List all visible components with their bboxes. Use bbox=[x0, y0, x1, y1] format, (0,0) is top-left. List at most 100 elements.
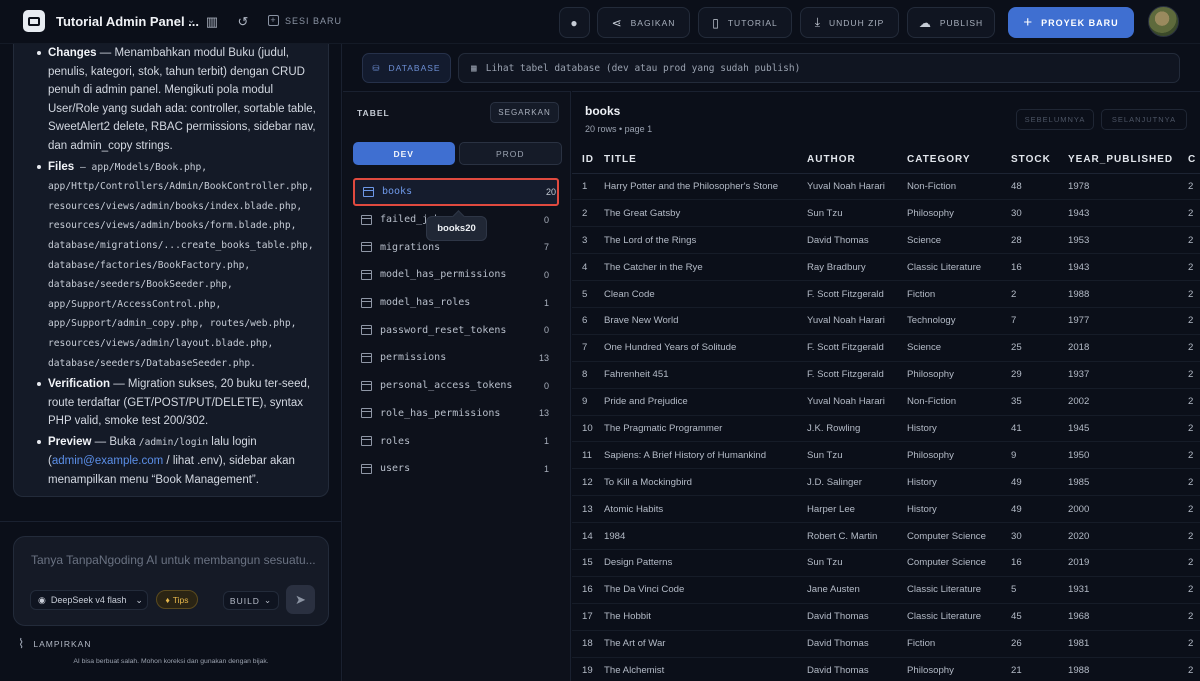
database-info-text: Lihat tabel database (dev atau prod yang… bbox=[485, 62, 801, 74]
table-row[interactable]: 14 1984 Robert C. Martin Computer Science 30… bbox=[572, 522, 1200, 550]
cell-category: Fiction bbox=[907, 280, 1011, 308]
new-session-button[interactable]: + SESI BARU bbox=[268, 15, 342, 26]
table-row[interactable]: 19 The Alchemist David Thomas Philosophy 21 1… bbox=[572, 657, 1200, 681]
cell-stock: 30 bbox=[1011, 522, 1068, 550]
history-icon[interactable]: ↺ bbox=[235, 14, 251, 30]
table-name: model_has_permissions bbox=[380, 269, 507, 281]
table-row[interactable]: 8 Fahrenheit 451 F. Scott Fitzgerald Philos… bbox=[572, 361, 1200, 389]
table-row[interactable]: 16 The Da Vinci Code Jane Austen Classic Li… bbox=[572, 576, 1200, 604]
refresh-button[interactable]: SEGARKAN bbox=[490, 102, 559, 123]
data-panel: books 20 rows • page 1 SEBELUMNYA SELANJ… bbox=[572, 91, 1200, 681]
column-header-year-published[interactable]: YEAR_PUBLISHED bbox=[1068, 146, 1188, 174]
cell-category: History bbox=[907, 415, 1011, 443]
email-link[interactable]: admin@example.com bbox=[52, 455, 163, 467]
table-row[interactable]: 2 The Great Gatsby Sun Tzu Philosophy 30 1943… bbox=[572, 199, 1200, 228]
table-item-model-has-roles[interactable]: model_has_roles 1 bbox=[353, 289, 559, 317]
table-item-role-has-permissions[interactable]: role_has_permissions 13 bbox=[353, 400, 559, 428]
tips-label: Tips bbox=[172, 594, 189, 605]
table-row[interactable]: 12 To Kill a Mockingbird J.D. Salinger Hist… bbox=[572, 468, 1200, 497]
chevron-down-icon[interactable]: ⌄ bbox=[187, 15, 195, 26]
previous-page-button[interactable]: SEBELUMNYA bbox=[1016, 109, 1094, 130]
table-name: roles bbox=[380, 435, 411, 447]
table-row[interactable]: 5 Clean Code F. Scott Fitzgerald Fiction 2 19… bbox=[572, 280, 1200, 308]
download-zip-button[interactable]: ⤓ UNDUH ZIP bbox=[800, 7, 899, 38]
column-header-id[interactable]: ID bbox=[572, 146, 604, 174]
chat-composer[interactable]: Tanya TanpaNgoding AI untuk membangun se… bbox=[13, 536, 329, 626]
table-item-password-reset-tokens[interactable]: password_reset_tokens 0 bbox=[353, 316, 559, 344]
new-project-button[interactable]: + PROYEK BARU bbox=[1008, 7, 1134, 38]
column-header-title[interactable]: TITLE bbox=[604, 146, 807, 174]
table-row[interactable]: 13 Atomic Habits Harper Lee History 49 2000 2 bbox=[572, 495, 1200, 524]
prompt-input[interactable]: Tanya TanpaNgoding AI untuk membangun se… bbox=[31, 553, 316, 567]
cell-stock: 49 bbox=[1011, 495, 1068, 524]
column-header-stock[interactable]: STOCK bbox=[1011, 146, 1068, 174]
row-count: 0 bbox=[543, 325, 549, 336]
cell-truncated: 2 bbox=[1188, 468, 1200, 497]
column-header-category[interactable]: CATEGORY bbox=[907, 146, 1011, 174]
cell-title: The Da Vinci Code bbox=[604, 576, 807, 604]
table-row[interactable]: 15 Design Patterns Sun Tzu Computer Science… bbox=[572, 549, 1200, 577]
table-row[interactable]: 3 The Lord of the Rings David Thomas Scienc… bbox=[572, 226, 1200, 255]
cell-category: Non-Fiction bbox=[907, 173, 1011, 201]
cell-category: History bbox=[907, 495, 1011, 524]
cell-author: Sun Tzu bbox=[807, 441, 907, 470]
share-button[interactable]: ⋖ BAGIKAN bbox=[597, 7, 690, 38]
table-row[interactable]: 17 The Hobbit David Thomas Classic Literatu… bbox=[572, 603, 1200, 631]
next-page-button[interactable]: SELANJUTNYA bbox=[1101, 109, 1187, 130]
cell-year: 1977 bbox=[1068, 307, 1188, 335]
table-icon bbox=[361, 325, 372, 336]
send-button[interactable]: ➤ bbox=[286, 585, 315, 614]
publish-label: PUBLISH bbox=[939, 17, 984, 28]
table-icon bbox=[361, 269, 372, 280]
tab-prod[interactable]: PROD bbox=[458, 142, 562, 165]
attach-button[interactable]: ⌇ LAMPIRKAN bbox=[18, 636, 91, 652]
cell-truncated: 2 bbox=[1188, 388, 1200, 416]
divider bbox=[0, 521, 342, 522]
table-item-users[interactable]: users 1 bbox=[353, 455, 559, 483]
cell-id: 19 bbox=[572, 657, 604, 681]
table-row[interactable]: 9 Pride and Prejudice Yuval Noah Harari Non… bbox=[572, 388, 1200, 416]
cell-year: 1988 bbox=[1068, 280, 1188, 308]
table-item-model-has-permissions[interactable]: model_has_permissions 0 bbox=[353, 261, 559, 289]
share-label: BAGIKAN bbox=[630, 17, 676, 28]
table-header-row: ID TITLE AUTHOR CATEGORY STOCK YEAR_PUBL… bbox=[572, 146, 1200, 174]
model-select[interactable]: ◉ DeepSeek v4 flash ⌄ bbox=[30, 590, 148, 610]
cell-id: 12 bbox=[572, 468, 604, 497]
avatar[interactable] bbox=[1148, 6, 1179, 37]
tab-dev[interactable]: DEV bbox=[353, 142, 455, 165]
column-header-truncated[interactable]: C bbox=[1188, 146, 1200, 174]
cell-truncated: 2 bbox=[1188, 199, 1200, 228]
table-item-books[interactable]: books 20 bbox=[353, 178, 559, 206]
table-row[interactable]: 11 Sapiens: A Brief History of Humankind S… bbox=[572, 441, 1200, 470]
sidebar-toggle-icon[interactable]: ▥ bbox=[204, 14, 220, 30]
column-header-author[interactable]: AUTHOR bbox=[807, 146, 907, 174]
cell-stock: 26 bbox=[1011, 630, 1068, 658]
mode-select[interactable]: BUILD ⌄ bbox=[223, 591, 279, 610]
app-logo-icon[interactable] bbox=[23, 10, 45, 32]
table-item-permissions[interactable]: permissions 13 bbox=[353, 344, 559, 372]
table-row[interactable]: 4 The Catcher in the Rye Ray Bradbury Class… bbox=[572, 253, 1200, 282]
tutorial-button[interactable]: ▯ TUTORIAL bbox=[698, 7, 792, 38]
table-row[interactable]: 18 The Art of War David Thomas Fiction 26 198… bbox=[572, 630, 1200, 658]
table-item-roles[interactable]: roles 1 bbox=[353, 427, 559, 455]
cell-category: Classic Literature bbox=[907, 603, 1011, 631]
cell-truncated: 2 bbox=[1188, 630, 1200, 658]
table-row[interactable]: 7 One Hundred Years of Solitude F. Scott F… bbox=[572, 334, 1200, 362]
cell-category: Philosophy bbox=[907, 361, 1011, 389]
database-tab[interactable]: ⛁ DATABASE bbox=[362, 53, 451, 83]
tips-button[interactable]: ♦ Tips bbox=[156, 590, 198, 609]
table-row[interactable]: 1 Harry Potter and the Philosopher's Ston… bbox=[572, 173, 1200, 201]
table-item-personal-access-tokens[interactable]: personal_access_tokens 0 bbox=[353, 372, 559, 400]
cell-title: The Pragmatic Programmer bbox=[604, 415, 807, 443]
cell-category: Non-Fiction bbox=[907, 388, 1011, 416]
publish-button[interactable]: ☁ PUBLISH bbox=[907, 7, 995, 38]
project-title[interactable]: Tutorial Admin Panel ... bbox=[56, 14, 199, 29]
table-row[interactable]: 10 The Pragmatic Programmer J.K. Rowling Hi… bbox=[572, 415, 1200, 443]
cell-stock: 25 bbox=[1011, 334, 1068, 362]
table-name: model_has_roles bbox=[380, 297, 471, 309]
item-text: — app/Models/Book.php, app/Http/Controll… bbox=[48, 161, 314, 369]
row-count: 13 bbox=[538, 408, 549, 419]
cell-truncated: 2 bbox=[1188, 226, 1200, 255]
github-button[interactable]: ● bbox=[559, 7, 590, 38]
table-row[interactable]: 6 Brave New World Yuval Noah Harari Technol… bbox=[572, 307, 1200, 335]
